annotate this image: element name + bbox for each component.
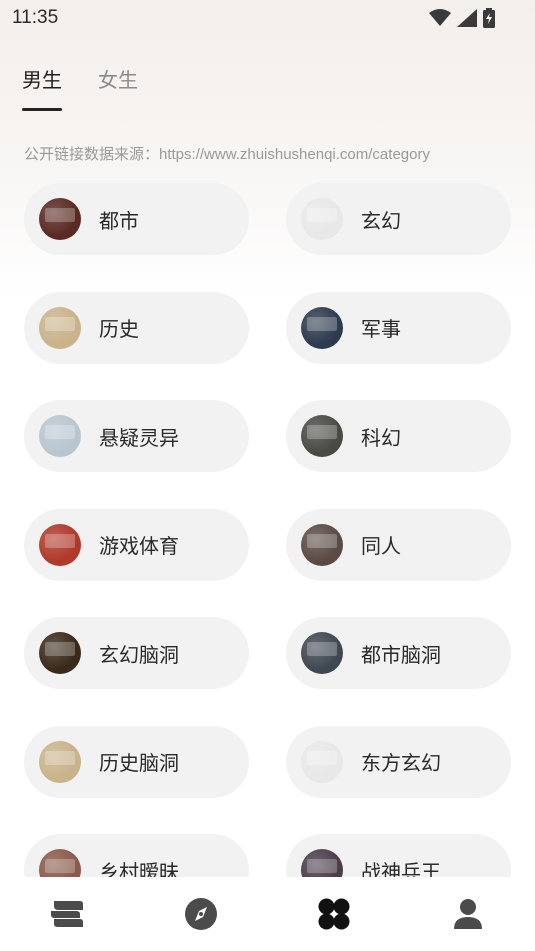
- wifi-icon: [429, 9, 451, 26]
- category-label: 玄幻脑洞: [99, 642, 179, 667]
- category-item[interactable]: 科幻: [286, 400, 511, 472]
- category-cover-thumbnail: [301, 415, 343, 457]
- signal-icon: [457, 9, 477, 27]
- status-time: 11:35: [12, 7, 59, 28]
- category-label: 游戏体育: [99, 534, 179, 558]
- category-label: 玄幻: [361, 208, 401, 233]
- category-label: 历史脑洞: [99, 751, 179, 775]
- compass-icon: [184, 898, 217, 930]
- status-icons: [429, 8, 495, 28]
- category-label: 军事: [361, 317, 401, 341]
- category-item[interactable]: 玄幻: [286, 183, 511, 255]
- category-item[interactable]: 历史脑洞: [24, 725, 249, 798]
- nav-profile[interactable]: [401, 877, 535, 951]
- status-bar: 11:35: [0, 0, 535, 36]
- category-label: 历史: [99, 317, 139, 341]
- tab-male[interactable]: 男生: [22, 64, 62, 93]
- category-cover-thumbnail: [39, 849, 81, 877]
- category-item[interactable]: 都市: [24, 183, 249, 255]
- category-label: 科幻: [361, 425, 401, 450]
- category-grid: 都市 玄幻历史 军事悬疑灵异 科幻游戏体育 同人玄幻脑洞 都市脑洞历史脑洞 东方玄幻乡村暧昧…: [0, 183, 535, 877]
- profile-icon: [454, 899, 483, 929]
- category-label: 都市: [99, 208, 139, 233]
- category-cover-thumbnail: [39, 740, 81, 783]
- category-cover-thumbnail: [301, 523, 343, 566]
- category-cover-thumbnail: [301, 306, 343, 349]
- category-cover-thumbnail: [301, 632, 343, 674]
- gender-tabs: 男生 女生: [0, 58, 535, 118]
- category-cover-thumbnail: [39, 523, 81, 566]
- category-item[interactable]: 游戏体育: [24, 508, 249, 581]
- category-cover-thumbnail: [39, 198, 81, 240]
- category-item[interactable]: 乡村暧昧: [24, 834, 249, 877]
- tab-female[interactable]: 女生: [98, 64, 138, 93]
- source-note: 公开链接数据来源：https://www.zhuishushenqi.com/c…: [24, 146, 430, 163]
- category-item[interactable]: 历史: [24, 291, 249, 364]
- category-icon: [318, 898, 350, 930]
- category-label: 乡村暧昧: [99, 859, 179, 878]
- category-label: 东方玄幻: [361, 751, 441, 775]
- category-cover-thumbnail: [39, 632, 81, 674]
- category-label: 都市脑洞: [361, 642, 441, 667]
- category-cover-thumbnail: [301, 740, 343, 783]
- battery-icon: [483, 8, 495, 28]
- category-cover-thumbnail: [301, 198, 343, 240]
- category-item[interactable]: 悬疑灵异: [24, 400, 249, 472]
- category-label: 战神兵王: [361, 859, 441, 878]
- category-item[interactable]: 玄幻脑洞: [24, 617, 249, 689]
- category-item[interactable]: 东方玄幻: [286, 725, 511, 798]
- nav-bookshelf[interactable]: [0, 877, 134, 951]
- nav-discover[interactable]: [134, 877, 268, 951]
- category-label: 同人: [361, 534, 401, 558]
- category-cover-thumbnail: [39, 415, 81, 457]
- category-item[interactable]: 同人: [286, 508, 511, 581]
- active-tab-indicator: [22, 108, 62, 111]
- category-cover-thumbnail: [39, 306, 81, 349]
- category-item[interactable]: 都市脑洞: [286, 617, 511, 689]
- nav-category[interactable]: [268, 877, 402, 951]
- category-cover-thumbnail: [301, 849, 343, 877]
- category-item[interactable]: 战神兵王: [286, 834, 511, 877]
- category-label: 悬疑灵异: [99, 425, 179, 450]
- bottom-nav: [0, 877, 535, 951]
- bookshelf-icon: [50, 901, 83, 927]
- category-item[interactable]: 军事: [286, 291, 511, 364]
